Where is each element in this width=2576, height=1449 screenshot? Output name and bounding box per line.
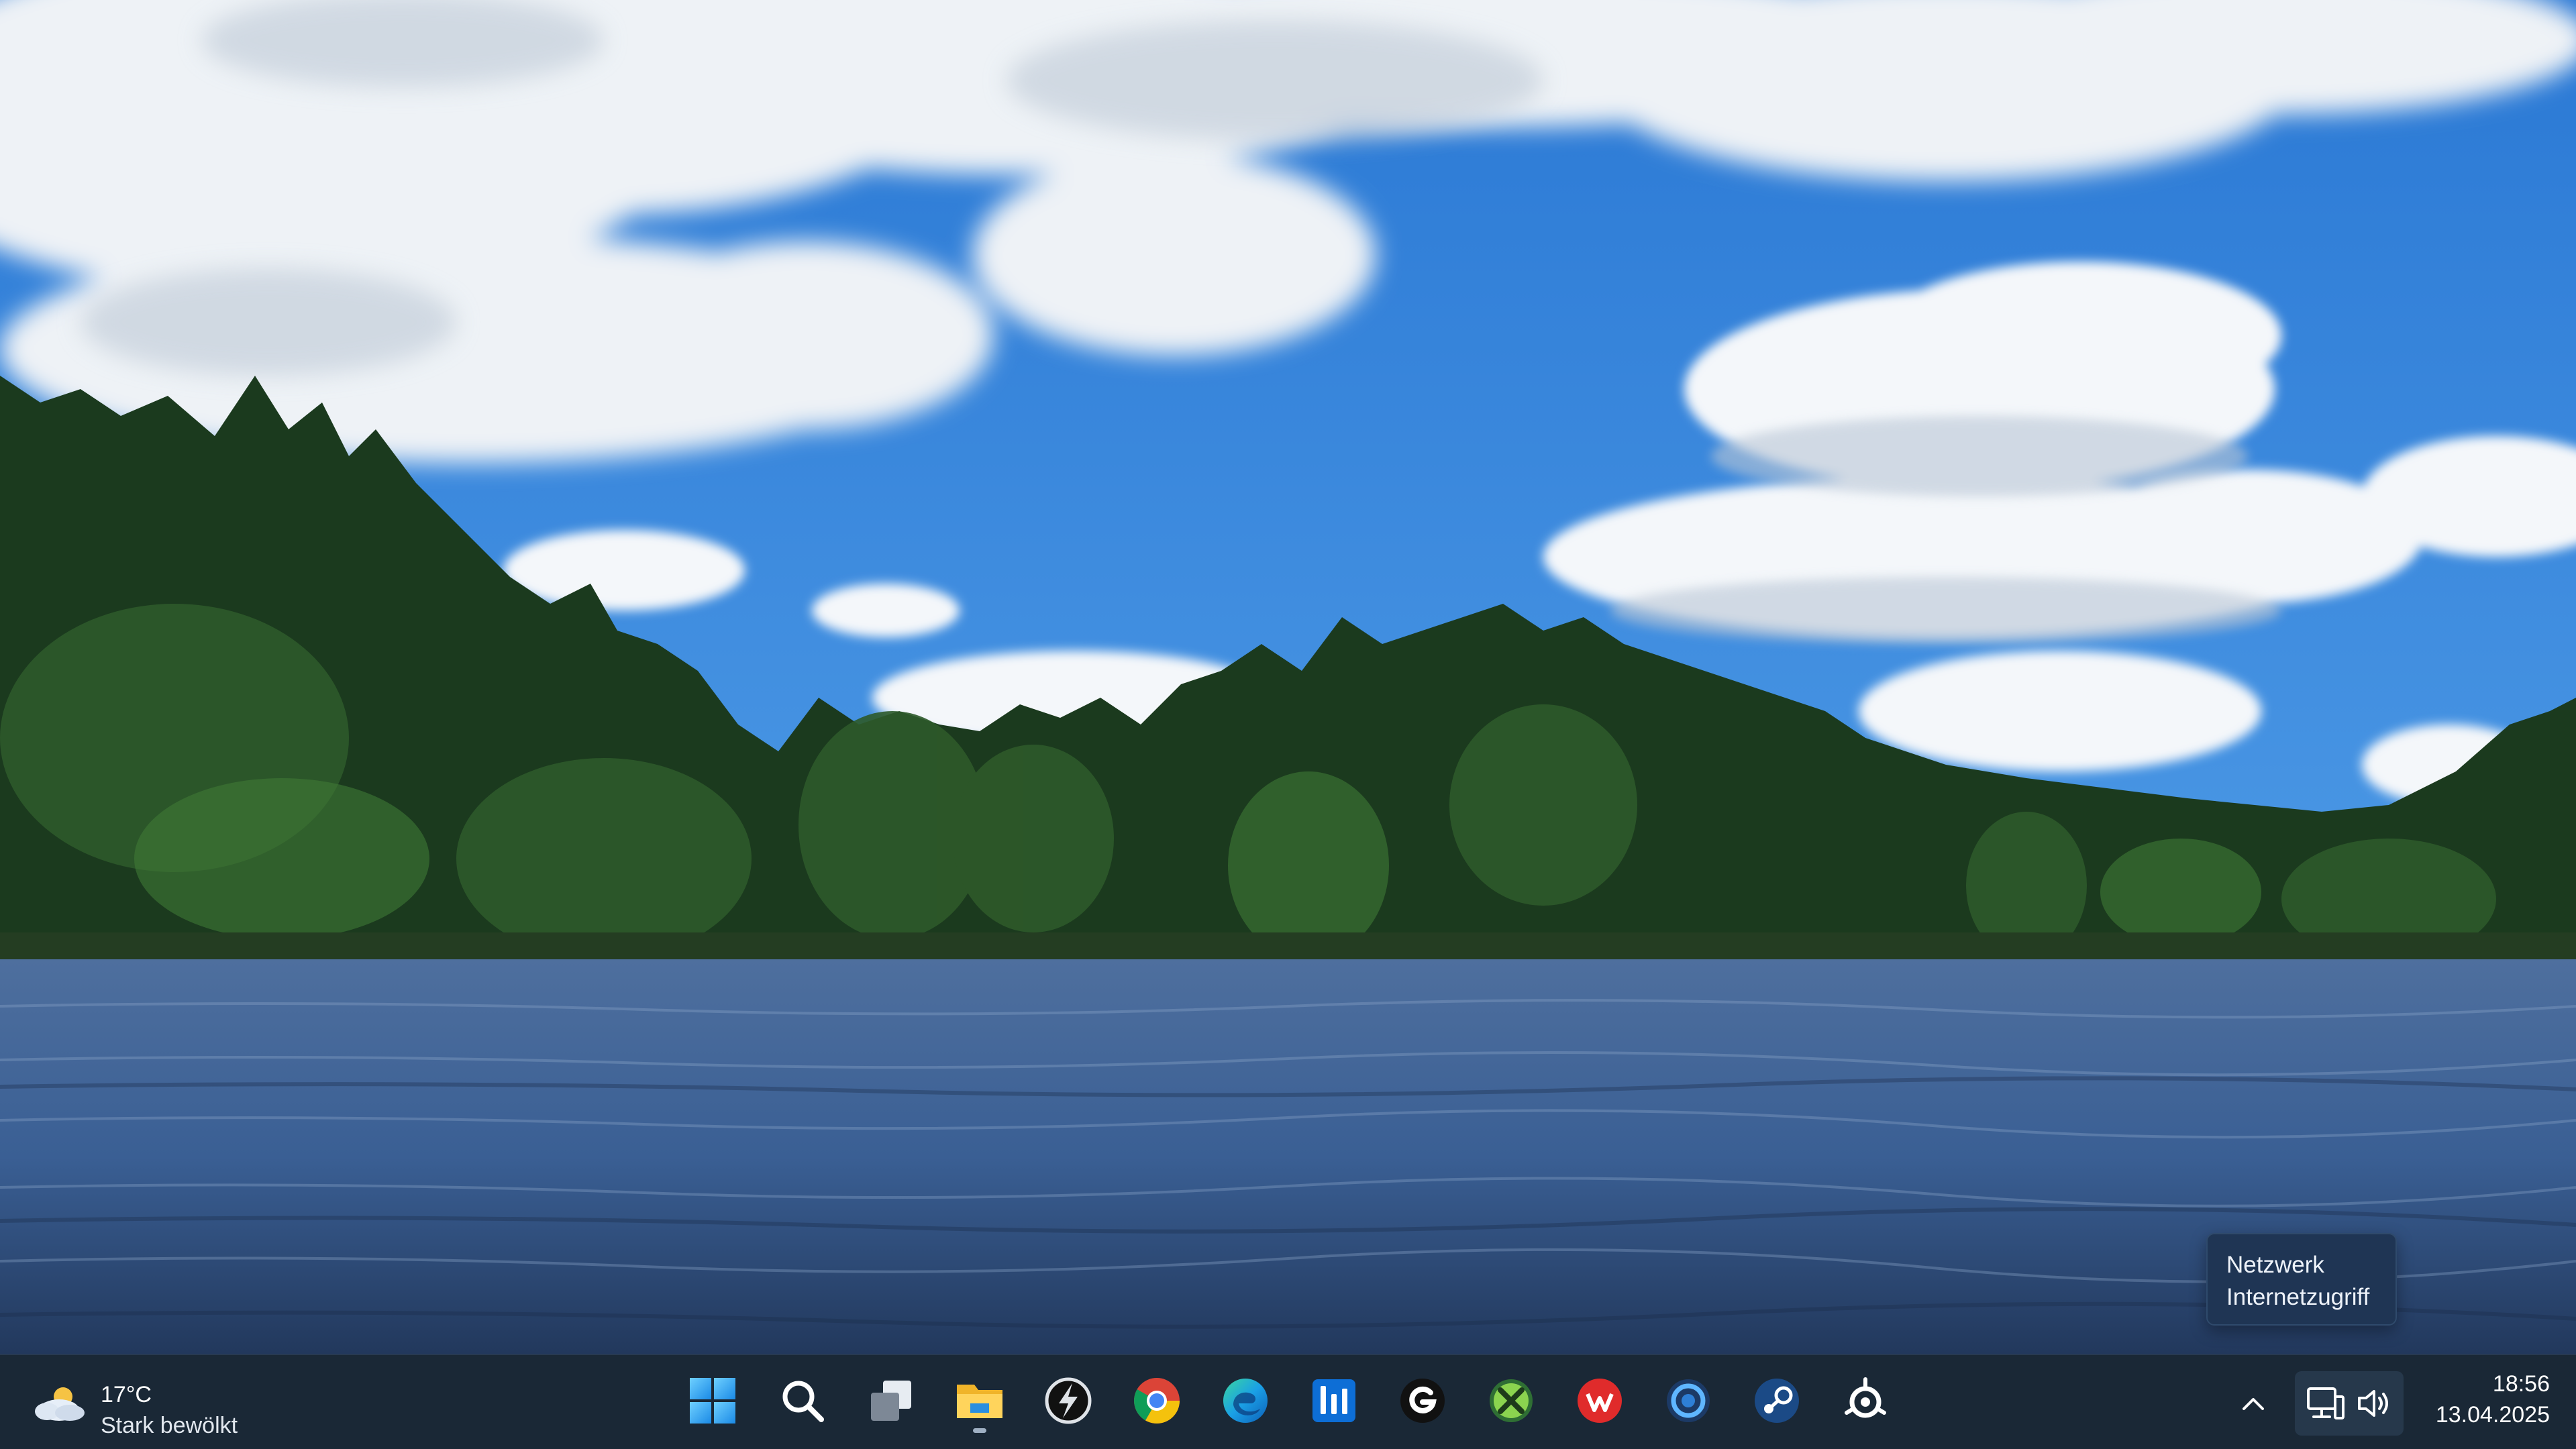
chevron-up-icon xyxy=(2243,1398,2264,1410)
logitech-g-button[interactable] xyxy=(1388,1366,1457,1436)
chrome-button[interactable] xyxy=(1122,1366,1192,1436)
tooltip-title: Netzwerk xyxy=(2226,1252,2324,1278)
taskbar: 17°C Stark bewölkt 18:56 13.04.2025 xyxy=(0,1354,2576,1449)
wargaming-icon xyxy=(1578,1379,1622,1423)
speaker-icon xyxy=(2358,1390,2388,1417)
chrome-icon xyxy=(1134,1378,1180,1424)
logitech-g-icon xyxy=(1400,1379,1445,1423)
steam-icon xyxy=(1755,1379,1799,1423)
network-icon xyxy=(2307,1387,2345,1419)
equalizer-icon xyxy=(1312,1379,1355,1422)
clock-date: 13.04.2025 xyxy=(2435,1402,2550,1428)
weather-widget[interactable]: 17°C Stark bewölkt xyxy=(32,1368,314,1438)
task-view-button[interactable] xyxy=(856,1366,926,1436)
ring-icon xyxy=(1667,1379,1710,1422)
active-indicator xyxy=(973,1428,986,1433)
folder-icon xyxy=(957,1385,1002,1418)
clock-time: 18:56 xyxy=(2492,1371,2550,1397)
steam-button[interactable] xyxy=(1742,1366,1812,1436)
cloud-sun-icon xyxy=(35,1387,85,1421)
start-button[interactable] xyxy=(678,1366,748,1436)
app-ring-button[interactable] xyxy=(1653,1366,1723,1436)
xbox-icon xyxy=(1490,1379,1533,1422)
clock[interactable]: 18:56 13.04.2025 xyxy=(2416,1368,2550,1436)
tooltip-status: Internetzugriff xyxy=(2226,1284,2370,1310)
lightning-circle-icon xyxy=(1045,1377,1092,1424)
weather-condition: Stark bewölkt xyxy=(101,1413,238,1438)
network-tooltip: Netzwerk Internetzugriff xyxy=(2206,1233,2397,1326)
quick-settings-button[interactable] xyxy=(2295,1371,2404,1436)
windows-logo-icon xyxy=(690,1378,735,1424)
edge-icon xyxy=(1223,1379,1268,1423)
wargaming-button[interactable] xyxy=(1565,1366,1635,1436)
file-explorer-button[interactable] xyxy=(945,1366,1015,1436)
search-icon xyxy=(782,1381,824,1422)
xbox-button[interactable] xyxy=(1476,1366,1546,1436)
tray-overflow-button[interactable] xyxy=(2233,1385,2273,1422)
edge-button[interactable] xyxy=(1210,1366,1280,1436)
steelseries-button[interactable] xyxy=(1831,1366,1900,1436)
weather-temperature: 17°C xyxy=(101,1382,152,1407)
steelseries-icon xyxy=(1845,1377,1886,1418)
app-ghub-button[interactable] xyxy=(1033,1366,1103,1436)
search-button[interactable] xyxy=(768,1366,837,1436)
desktop-wallpaper xyxy=(0,0,2576,1354)
task-view-icon xyxy=(871,1381,911,1421)
app-equalizer-button[interactable] xyxy=(1299,1366,1369,1436)
